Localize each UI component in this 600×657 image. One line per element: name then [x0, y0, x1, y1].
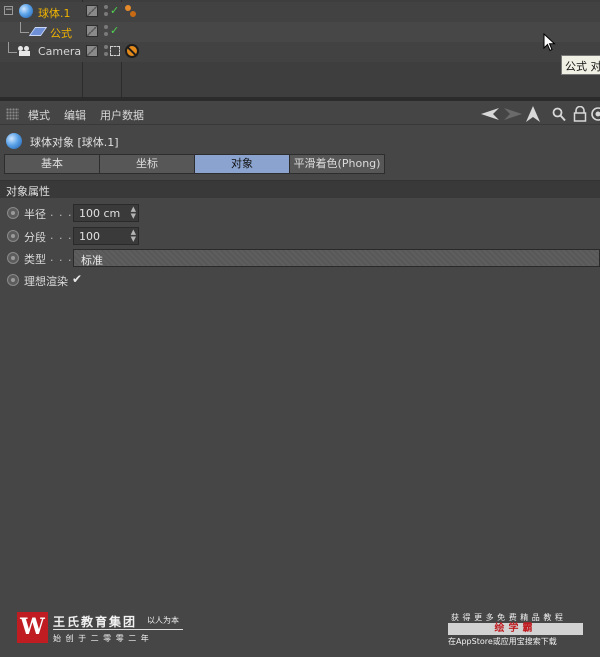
animate-radio-icon[interactable]	[7, 274, 19, 286]
object-name-camera[interactable]: Camera	[38, 45, 81, 58]
layer-icon[interactable]	[86, 45, 98, 57]
attribute-tabs: 基本 坐标 对象 平滑着色(Phong)	[4, 154, 385, 174]
formula-deformer-icon	[28, 27, 48, 36]
object-name-formula[interactable]: 公式	[50, 25, 72, 41]
tab-phong[interactable]: 平滑着色(Phong)	[289, 154, 385, 174]
section-title: 对象属性	[6, 185, 50, 198]
watermark-divider	[53, 629, 183, 630]
enabled-check-icon[interactable]: ✓	[110, 4, 119, 17]
watermark-download: 在AppStore或应用宝搜索下载	[448, 637, 557, 646]
tab-basic[interactable]: 基本	[4, 154, 100, 174]
tree-line	[20, 32, 29, 33]
camera-render-icon[interactable]	[110, 46, 120, 56]
lock-icon[interactable]	[573, 106, 587, 122]
object-name-sphere[interactable]: 球体.1	[38, 5, 71, 21]
watermark-company: 王氏教育集团	[53, 615, 138, 629]
animate-radio-icon[interactable]	[7, 207, 19, 219]
property-row-segments: 分段 . . . 100 ▲ ▼	[0, 225, 600, 247]
forward-arrow-icon[interactable]	[502, 108, 522, 120]
property-label-render-perfect: 理想渲染	[24, 275, 68, 288]
render-perfect-checkbox[interactable]: ✔	[72, 271, 86, 287]
search-icon[interactable]	[552, 107, 566, 122]
menu-mode[interactable]: 模式	[28, 107, 50, 123]
object-title: 球体对象 [球体.1]	[30, 136, 119, 149]
layer-icon[interactable]	[86, 5, 98, 17]
section-header[interactable]: 对象属性	[0, 180, 600, 198]
panel-splitter[interactable]	[0, 97, 600, 101]
type-select-value: 标准	[81, 254, 103, 267]
animate-radio-icon[interactable]	[7, 252, 19, 264]
object-row-camera[interactable]: Camera	[0, 42, 600, 62]
radius-value: 100 cm	[79, 207, 121, 220]
tooltip: 公式 对	[561, 55, 600, 75]
menu-user-data[interactable]: 用户数据	[100, 107, 144, 123]
enabled-check-icon[interactable]: ✓	[110, 24, 119, 37]
property-label-type: 类型	[24, 253, 46, 266]
tree-line	[8, 52, 17, 53]
layer-icon[interactable]	[86, 25, 98, 37]
object-header: 球体对象 [球体.1]	[0, 128, 600, 152]
radius-field[interactable]: 100 cm ▲ ▼	[73, 204, 139, 222]
tab-object[interactable]: 对象	[194, 154, 290, 174]
property-label-segments: 分段	[24, 231, 46, 244]
up-arrow-icon[interactable]	[526, 106, 540, 122]
sphere-icon	[6, 133, 22, 149]
sphere-icon	[19, 4, 33, 18]
attribute-menubar: 模式 编辑 用户数据	[0, 103, 600, 125]
collapse-toggle-icon[interactable]: −	[4, 6, 13, 15]
panel-grip-icon[interactable]	[6, 108, 19, 120]
new-window-icon[interactable]	[590, 106, 600, 122]
animate-radio-icon[interactable]	[7, 230, 19, 242]
segments-value: 100	[79, 230, 100, 243]
property-label-radius: 半径	[24, 208, 46, 221]
tab-coord[interactable]: 坐标	[99, 154, 195, 174]
menu-edit[interactable]: 编辑	[64, 107, 86, 123]
property-row-render-perfect: 理想渲染 ✔	[0, 269, 600, 291]
spinner-arrows-icon[interactable]: ▲ ▼	[131, 206, 136, 220]
property-dots: . . .	[50, 229, 73, 242]
back-arrow-icon[interactable]	[481, 108, 501, 120]
watermark-brand: 绘学霸	[448, 623, 583, 635]
object-row-sphere[interactable]: − 球体.1 ✓	[0, 2, 600, 22]
mouse-cursor-icon	[543, 33, 556, 52]
spinner-arrows-icon[interactable]: ▲ ▼	[131, 229, 136, 243]
camera-icon	[18, 46, 34, 57]
protection-tag-icon[interactable]	[125, 44, 139, 58]
watermark-promo: 获 得 更 多 免 费 精 品 教 程	[451, 613, 564, 622]
tree-line	[20, 22, 21, 32]
property-dots: . . .	[50, 251, 73, 264]
object-manager: − 球体.1 ✓ 公式 ✓ Camera 公式 对	[0, 0, 600, 97]
property-row-type: 类型 . . . 标准	[0, 247, 600, 269]
segments-field[interactable]: 100 ▲ ▼	[73, 227, 139, 245]
type-select[interactable]: 标准	[73, 249, 600, 267]
tag-icon[interactable]	[125, 5, 139, 19]
brand-logo: W	[17, 612, 48, 643]
watermark-slogan: 以人为本	[147, 616, 179, 625]
tree-line	[8, 42, 9, 52]
property-row-radius: 半径 . . . 100 cm ▲ ▼	[0, 202, 600, 224]
property-dots: . . .	[50, 206, 73, 219]
object-row-formula[interactable]: 公式 ✓	[0, 22, 600, 42]
watermark-founded: 始 创 于 二 零 零 二 年	[53, 634, 150, 643]
